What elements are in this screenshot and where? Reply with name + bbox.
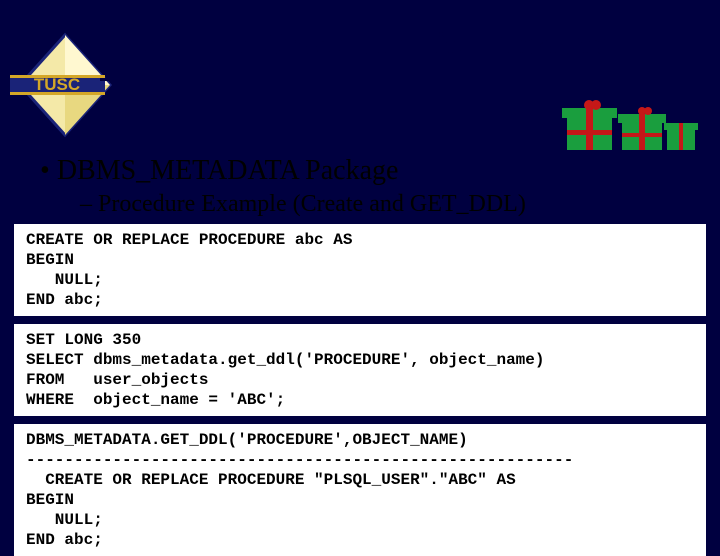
title-underline [100, 78, 710, 81]
svg-text:TUSC: TUSC [34, 75, 80, 94]
slide-content: • DBMS_METADATA Package – Procedure Exam… [0, 155, 720, 218]
code-block-select: SET LONG 350 SELECT dbms_metadata.get_dd… [14, 324, 706, 416]
tusc-logo: TUSC [10, 30, 120, 140]
bullet-sub-text: Procedure Example (Create and GET_DDL) [98, 191, 526, 217]
code-block-create: CREATE OR REPLACE PROCEDURE abc AS BEGIN… [14, 224, 706, 316]
slide-header: TUSC Expanded Oracle Supplied Packages [0, 0, 720, 155]
slide-title: Expanded Oracle Supplied Packages [120, 25, 606, 62]
code-block-output: DBMS_METADATA.GET_DDL('PROCEDURE',OBJECT… [14, 424, 706, 556]
bullet-level-2: – Procedure Example (Create and GET_DDL) [30, 191, 690, 218]
gift-boxes-icon [552, 90, 702, 160]
bullet-main-text: DBMS_METADATA Package [57, 155, 399, 186]
